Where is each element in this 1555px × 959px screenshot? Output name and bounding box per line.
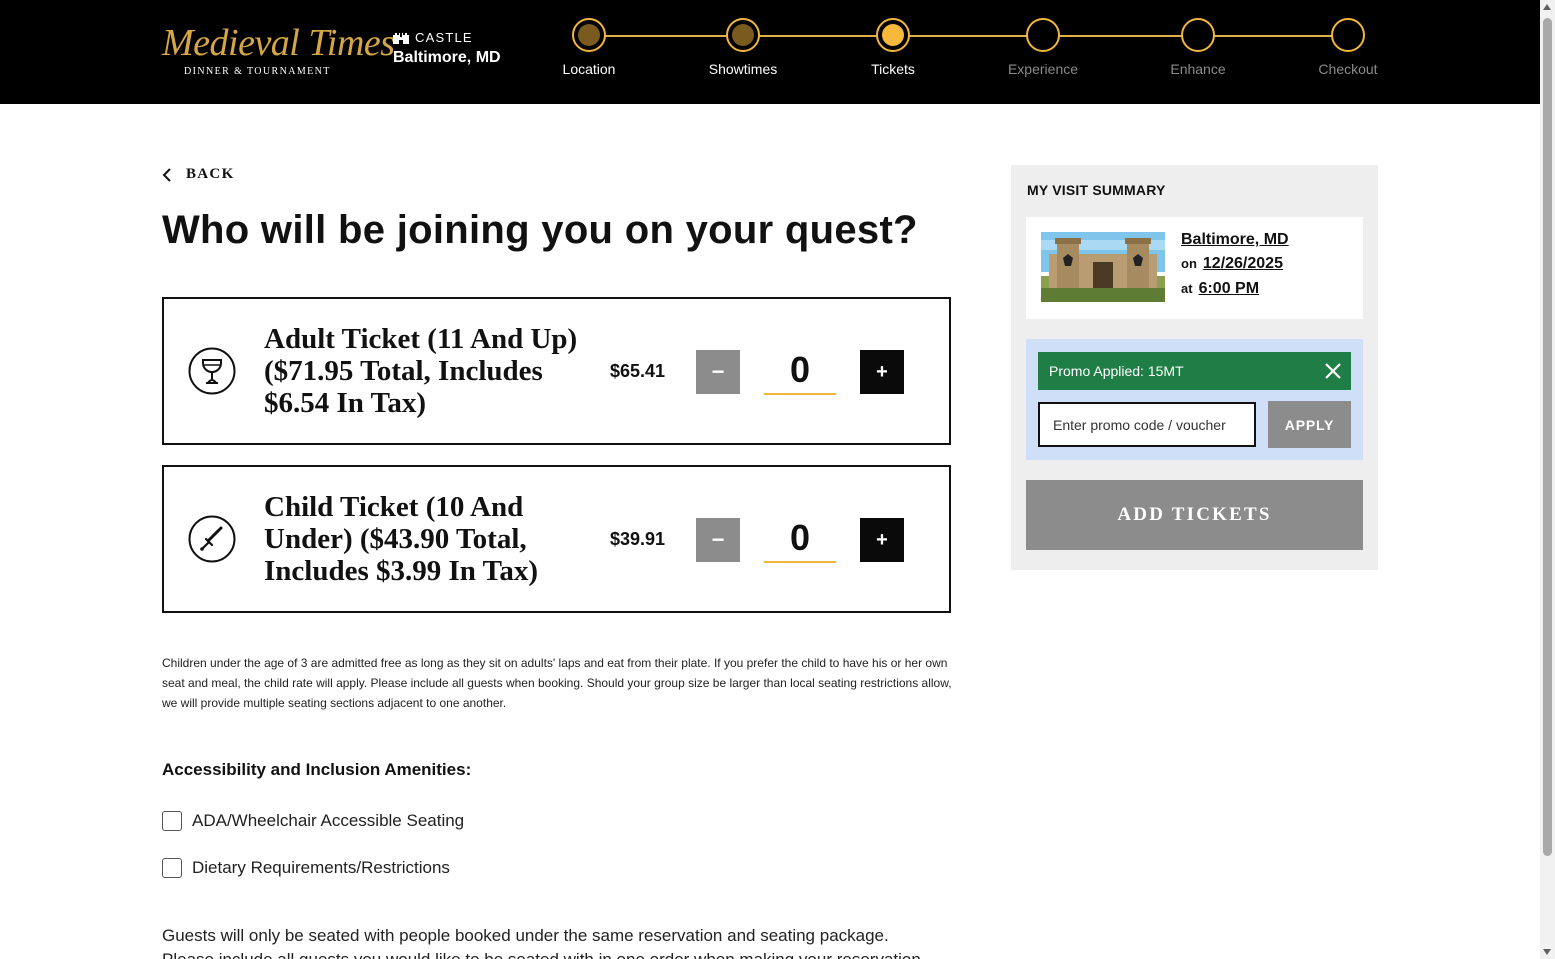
promo-applied-text: Promo Applied: 15MT — [1049, 363, 1184, 379]
amenity-dietary-row[interactable]: Dietary Requirements/Restrictions — [162, 858, 450, 878]
decrease-adult-button[interactable]: − — [696, 350, 740, 394]
dietary-checkbox[interactable] — [162, 858, 182, 878]
scroll-down-icon[interactable] — [1543, 949, 1551, 955]
castle-info: CASTLE Baltimore, MD — [393, 30, 501, 67]
sword-icon — [188, 515, 236, 563]
medieval-times-logo[interactable]: Medieval Times DINNER & TOURNAMENT — [162, 22, 395, 80]
child-policy-note: Children under the age of 3 are admitted… — [162, 656, 952, 710]
increase-adult-button[interactable]: + — [860, 350, 904, 394]
step-location[interactable]: Location — [539, 18, 639, 77]
amenities-heading: Accessibility and Inclusion Amenities: — [162, 760, 472, 779]
increase-child-button[interactable]: + — [860, 518, 904, 562]
step-label: Showtimes — [708, 61, 778, 77]
at-label: at — [1181, 281, 1193, 296]
summary-date-link[interactable]: 12/26/2025 — [1203, 255, 1283, 272]
back-link[interactable]: BACK — [162, 166, 235, 183]
ada-seating-checkbox[interactable] — [162, 811, 182, 831]
ticket-price: $39.91 — [610, 529, 666, 549]
step-dot — [876, 18, 910, 52]
step-label: Experience — [1007, 61, 1079, 77]
promo-applied-banner: Promo Applied: 15MT — [1038, 352, 1351, 390]
close-icon[interactable] — [1323, 361, 1343, 381]
on-label: on — [1181, 256, 1197, 271]
add-tickets-button[interactable]: ADD TICKETS — [1026, 480, 1363, 550]
step-label: Location — [562, 61, 616, 77]
promo-code-input[interactable] — [1038, 402, 1256, 447]
summary-time-link[interactable]: 6:00 PM — [1199, 280, 1259, 297]
back-label: BACK — [186, 166, 235, 182]
scrollbar-thumb[interactable] — [1543, 18, 1552, 856]
apply-promo-button[interactable]: APPLY — [1268, 401, 1351, 448]
ticket-name: Child Ticket (10 And Under) ($43.90 Tota… — [264, 491, 538, 587]
adult-quantity-field[interactable]: 0 — [764, 347, 836, 395]
step-dot — [726, 18, 760, 52]
ticket-card-child: Child Ticket (10 And Under) ($43.90 Tota… — [162, 465, 951, 613]
castle-label: CASTLE — [415, 30, 473, 45]
step-dot — [1181, 18, 1215, 52]
progress-steps: Location Showtimes Tickets Experience En… — [540, 18, 1400, 88]
promo-section: Promo Applied: 15MT APPLY — [1026, 339, 1363, 460]
step-dot — [572, 18, 606, 52]
summary-title: MY VISIT SUMMARY — [1027, 182, 1166, 198]
page-title: Who will be joining you on your quest? — [162, 208, 918, 252]
logo-tagline: DINNER & TOURNAMENT — [184, 66, 331, 77]
step-dot — [1026, 18, 1060, 52]
decrease-child-button[interactable]: − — [696, 518, 740, 562]
logo-wordmark: Medieval Times — [162, 22, 395, 64]
step-label: Checkout — [1318, 61, 1378, 77]
top-header: Medieval Times DINNER & TOURNAMENT CASTL… — [0, 0, 1540, 104]
castle-photo — [1041, 232, 1165, 302]
visit-summary-panel: MY VISIT SUMMARY Baltimore, MD on 12/26/2… — [1011, 165, 1378, 570]
castle-icon — [393, 32, 409, 44]
step-label: Tickets — [871, 61, 915, 77]
step-label: Enhance — [1170, 61, 1226, 77]
step-experience: Experience — [993, 18, 1093, 77]
amenity-label: ADA/Wheelchair Accessible Seating — [192, 811, 465, 830]
summary-location-link[interactable]: Baltimore, MD — [1181, 231, 1289, 248]
seating-note: Guests will only be seated with people b… — [162, 926, 926, 959]
castle-name: Baltimore, MD — [393, 49, 501, 66]
scroll-up-icon[interactable] — [1543, 4, 1551, 10]
chevron-left-icon — [162, 167, 171, 182]
step-tickets[interactable]: Tickets — [843, 18, 943, 77]
page-scrollbar[interactable] — [1540, 0, 1555, 959]
step-enhance: Enhance — [1148, 18, 1248, 77]
goblet-icon — [188, 347, 236, 395]
ticket-card-adult: Adult Ticket (11 And Up) ($71.95 Total, … — [162, 297, 951, 445]
step-dot — [1331, 18, 1365, 52]
ticket-name: Adult Ticket (11 And Up) ($71.95 Total, … — [264, 323, 578, 419]
amenity-ada-row[interactable]: ADA/Wheelchair Accessible Seating — [162, 811, 464, 831]
child-quantity-field[interactable]: 0 — [764, 515, 836, 563]
ticket-price: $65.41 — [610, 361, 666, 381]
step-showtimes[interactable]: Showtimes — [693, 18, 793, 77]
visit-details-card: Baltimore, MD on 12/26/2025 at 6:00 PM — [1026, 217, 1363, 319]
step-checkout: Checkout — [1298, 18, 1398, 77]
amenity-label: Dietary Requirements/Restrictions — [192, 858, 450, 877]
